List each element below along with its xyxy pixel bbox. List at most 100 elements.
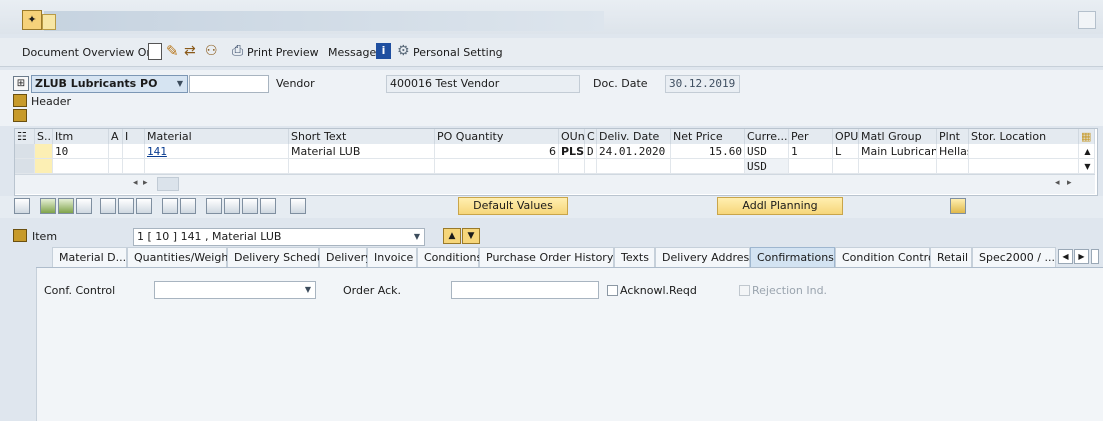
column-header[interactable]: I bbox=[123, 129, 145, 144]
short-text-cell[interactable]: Material LUB bbox=[289, 144, 435, 159]
itemcat-cell[interactable] bbox=[123, 144, 145, 159]
column-header[interactable]: Itm bbox=[53, 129, 109, 144]
column-header[interactable]: Material bbox=[145, 129, 289, 144]
tab-quantities-weights[interactable]: Quantities/Weights bbox=[127, 247, 238, 267]
opu-cell[interactable]: L bbox=[833, 144, 859, 159]
chevron-down-icon[interactable]: ▼ bbox=[177, 76, 183, 92]
plant-cell[interactable] bbox=[937, 159, 969, 174]
addl-planning-button[interactable]: Addl Planning bbox=[717, 197, 843, 215]
tab-scroll-right-icon[interactable]: ▶ bbox=[1074, 249, 1089, 264]
matl-group-cell[interactable]: Main Lubricants bbox=[859, 144, 937, 159]
scroll-left-icon[interactable]: ◂ bbox=[133, 178, 138, 188]
personal-setting-icon[interactable]: ⚙ bbox=[397, 43, 410, 59]
item-select[interactable]: 1 [ 10 ] 141 , Material LUB ▼ bbox=[133, 228, 425, 246]
c-cell[interactable] bbox=[585, 159, 597, 174]
c-cell[interactable]: D bbox=[585, 144, 597, 159]
acct-cell[interactable] bbox=[109, 144, 123, 159]
column-header[interactable]: Per bbox=[789, 129, 833, 144]
select-block-icon[interactable] bbox=[58, 198, 74, 214]
stor-location-cell[interactable] bbox=[969, 159, 1079, 174]
tab-scroll-left-icon[interactable]: ◀ bbox=[1058, 249, 1073, 264]
deliv-date-cell[interactable] bbox=[597, 159, 671, 174]
filter-icon[interactable] bbox=[224, 198, 240, 214]
previous-item-icon[interactable]: ▲ bbox=[443, 228, 461, 244]
down-arrow-icon[interactable] bbox=[42, 14, 56, 30]
tab-retail[interactable]: Retail bbox=[930, 247, 972, 267]
sort-ascending-icon[interactable] bbox=[206, 198, 222, 214]
column-header[interactable]: Stor. Location bbox=[969, 129, 1079, 144]
column-header[interactable]: OUn bbox=[559, 129, 585, 144]
select-all-icon[interactable] bbox=[40, 198, 56, 214]
export-icon[interactable] bbox=[290, 198, 306, 214]
doc-overview-button[interactable]: Document Overview On bbox=[22, 46, 153, 59]
copy-icon[interactable] bbox=[118, 198, 134, 214]
column-header[interactable]: Net Price bbox=[671, 129, 745, 144]
tab-invoice[interactable]: Invoice bbox=[367, 247, 417, 267]
tab-delivery[interactable]: Delivery bbox=[319, 247, 372, 267]
next-item-icon[interactable]: ▼ bbox=[462, 228, 480, 244]
delete-icon[interactable] bbox=[100, 198, 116, 214]
material-cell[interactable]: 141 bbox=[145, 144, 289, 159]
tab-delivery-schedule[interactable]: Delivery Schedule bbox=[227, 247, 334, 267]
chevron-down-icon[interactable]: ▼ bbox=[305, 282, 311, 298]
scroll-down-icon[interactable]: ▼ bbox=[1079, 159, 1095, 174]
tab-texts[interactable]: Texts bbox=[614, 247, 655, 267]
tab-delivery-address[interactable]: Delivery Address bbox=[655, 247, 755, 267]
new-document-icon[interactable] bbox=[148, 43, 162, 60]
tab-list-icon[interactable] bbox=[1091, 249, 1099, 264]
print-icon[interactable]: ⎙ bbox=[232, 43, 243, 59]
item-cell[interactable] bbox=[53, 159, 109, 174]
conf-control-select[interactable]: ▼ bbox=[154, 281, 316, 299]
doc-date-field[interactable]: 30.12.2019 bbox=[665, 75, 740, 93]
details-icon[interactable] bbox=[14, 198, 30, 214]
per-cell[interactable] bbox=[789, 159, 833, 174]
column-header[interactable]: Curre... bbox=[745, 129, 789, 144]
print-preview-button[interactable]: Print Preview bbox=[247, 46, 319, 59]
chevron-down-icon[interactable]: ▼ bbox=[414, 229, 420, 245]
scroll-left-icon[interactable]: ◂ bbox=[1055, 178, 1060, 188]
window-icon[interactable] bbox=[1078, 11, 1096, 29]
po-qty-cell[interactable]: 6 bbox=[435, 144, 559, 159]
row-selector[interactable] bbox=[15, 144, 35, 159]
oun-cell[interactable] bbox=[559, 159, 585, 174]
row-selector[interactable] bbox=[15, 159, 35, 174]
column-header[interactable]: C bbox=[585, 129, 597, 144]
material-cell[interactable] bbox=[145, 159, 289, 174]
matl-group-cell[interactable] bbox=[859, 159, 937, 174]
header-expand-icon[interactable] bbox=[13, 94, 27, 107]
short-text-cell[interactable] bbox=[289, 159, 435, 174]
delete-filter-icon[interactable] bbox=[260, 198, 276, 214]
vendor-field[interactable]: 400016 Test Vendor bbox=[386, 75, 580, 93]
table-settings-icon[interactable]: ☷ bbox=[15, 129, 35, 144]
item-cell[interactable]: 10 bbox=[53, 144, 109, 159]
paste-icon[interactable] bbox=[162, 198, 178, 214]
personal-setting-button[interactable]: Personal Setting bbox=[413, 46, 503, 59]
tab-material-data[interactable]: Material D... bbox=[52, 247, 127, 267]
acct-cell[interactable] bbox=[109, 159, 123, 174]
messages-button[interactable]: Messages bbox=[328, 46, 382, 59]
column-header[interactable]: S... bbox=[35, 129, 53, 144]
column-header[interactable]: Deliv. Date bbox=[597, 129, 671, 144]
menu-icon[interactable]: ✦ bbox=[22, 10, 42, 30]
info-icon[interactable]: i bbox=[376, 43, 391, 59]
cart-icon[interactable]: ⊞ bbox=[13, 76, 29, 91]
tab-spec2000[interactable]: Spec2000 / ... bbox=[972, 247, 1056, 267]
horizontal-scrollbar[interactable] bbox=[157, 177, 179, 191]
ack-reqd-checkbox[interactable]: Acknowl.Reqd bbox=[607, 284, 697, 297]
item-overview-icon[interactable] bbox=[13, 109, 27, 122]
column-header[interactable]: Plnt bbox=[937, 129, 969, 144]
tab-confirmations[interactable]: Confirmations bbox=[750, 247, 835, 267]
column-header[interactable]: PO Quantity bbox=[435, 129, 559, 144]
oun-cell[interactable]: PLS bbox=[559, 144, 585, 159]
column-header[interactable]: A bbox=[109, 129, 123, 144]
deselect-icon[interactable] bbox=[76, 198, 92, 214]
edit-icon[interactable]: ✎ bbox=[166, 42, 179, 60]
tab-conditions[interactable]: Conditions bbox=[417, 247, 482, 267]
po-number-field[interactable] bbox=[189, 75, 269, 93]
currency-cell[interactable]: USD bbox=[745, 159, 789, 174]
default-values-button[interactable]: Default Values bbox=[458, 197, 568, 215]
net-price-cell[interactable]: 15.60 bbox=[671, 144, 745, 159]
headphones-icon[interactable] bbox=[950, 198, 966, 214]
net-price-cell[interactable] bbox=[671, 159, 745, 174]
opu-cell[interactable] bbox=[833, 159, 859, 174]
